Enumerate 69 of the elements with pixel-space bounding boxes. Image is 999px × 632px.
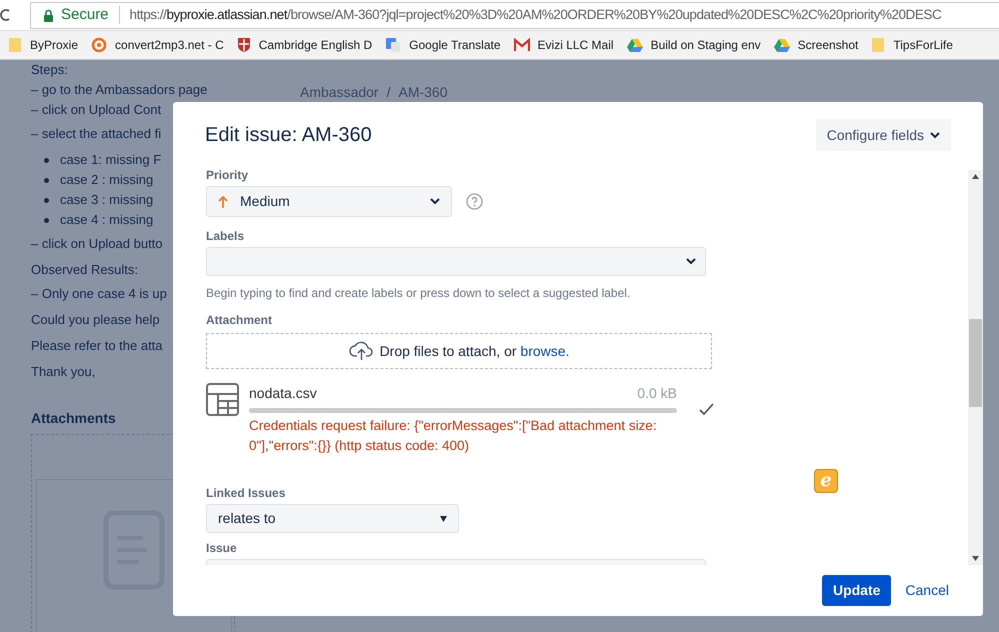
field-label: Attachment: [206, 312, 274, 329]
bullet-icon: [44, 198, 49, 202]
description-text: case 2 : missing: [60, 171, 154, 189]
attachments-heading: Attachments: [31, 409, 117, 428]
scroll-down-icon[interactable]: [972, 556, 979, 561]
caret-icon: [440, 516, 447, 522]
drop-files-text: Drop files to attach, or browse.: [380, 342, 570, 361]
scrollbar-thumb[interactable]: [969, 319, 982, 407]
caret-icon: [930, 132, 940, 138]
mail-icon: [514, 38, 530, 52]
description-text: Observed Results:: [31, 261, 138, 279]
chevron-down-icon: [430, 198, 440, 205]
configure-fields-button[interactable]: Configure fields: [816, 119, 951, 151]
chevron-down-icon: [686, 258, 696, 265]
description-text: case 1: missing F: [60, 151, 162, 169]
bookmark-link[interactable]: TipsForLife: [893, 36, 953, 54]
description-text: – click on Upload Cont: [31, 101, 162, 119]
field-label: Issue: [206, 540, 237, 557]
link-type-select[interactable]: relates to: [206, 504, 459, 533]
field-label: Labels: [206, 228, 246, 245]
folder-icon: [871, 37, 886, 53]
description-text: – select the attached fi: [31, 125, 162, 143]
priority-select[interactable]: Medium: [206, 186, 452, 217]
field-label: Priority: [206, 168, 250, 184]
field-label: Linked Issues: [206, 485, 286, 502]
file-size: 0.0 kB: [637, 384, 677, 403]
scroll-up-icon[interactable]: [972, 174, 979, 179]
bullet-icon: [44, 218, 49, 222]
spreadsheet-icon: [206, 383, 239, 416]
secure-label: Secure: [61, 4, 109, 25]
help-icon[interactable]: [466, 193, 483, 210]
scrollbar[interactable]: [968, 170, 983, 565]
description-text: – Only one case 4 is up: [31, 285, 167, 303]
update-button[interactable]: Update: [822, 575, 892, 606]
address-field[interactable]: Secure https://byproxie.atlassian.net/browse/AM-360?jql=project%20%3D%20AM%20ORDER%20BY%20updated%20DESC%2C%20priority%20DESC: [30, 2, 999, 28]
description-text: case 3 : missing: [60, 191, 154, 209]
folder-icon: [8, 37, 22, 53]
bookmark-link[interactable]: Screenshot: [798, 36, 858, 54]
browse-link[interactable]: browse.: [520, 342, 570, 358]
reload-icon[interactable]: [0, 8, 10, 22]
bookmark-link[interactable]: Evizi LLC Mail: [538, 36, 614, 54]
bookmark-link[interactable]: convert2mp3.net - C: [115, 36, 224, 54]
url-text: https://byproxie.atlassian.net/browse/AM-360?jql=project%20%3D%20AM%20ORDER%20BY%20updated%20DESC%2C%20priority%20DESC: [130, 6, 942, 24]
dialog-title: Edit issue: AM-360: [205, 123, 372, 148]
ring-icon: [91, 37, 108, 53]
drive-icon: [774, 38, 790, 52]
upload-error-message: Credentials request failure: {"errorMessages":["Bad attachment size: 0"],"errors":{}} (http status code: 400): [249, 417, 658, 455]
labels-hint: Begin typing to find and create labels or press down to select a suggested label.: [206, 285, 632, 302]
description-text: Thank you,: [31, 363, 96, 381]
arrow-up-icon: [218, 196, 228, 208]
cloud-upload-icon: [348, 341, 374, 361]
bullet-icon: [44, 158, 49, 162]
bookmark-link[interactable]: Cambridge English D: [258, 36, 372, 54]
bullet-icon: [44, 178, 49, 182]
file-dropzone[interactable]: Drop files to attach, or browse.: [206, 333, 712, 369]
file-name: nodata.csv: [249, 384, 317, 403]
description-text: – click on Upload butto: [31, 235, 163, 253]
description-text: Steps:: [31, 61, 68, 79]
bookmark-link[interactable]: ByProxie: [30, 36, 78, 54]
description-text: Could you please help: [31, 311, 160, 329]
drive-icon: [626, 38, 643, 52]
lock-icon: [43, 8, 54, 22]
bookmark-link[interactable]: Build on Staging env: [650, 36, 761, 54]
shield-icon: [236, 37, 251, 53]
description-text: Please refer to the atta: [31, 337, 163, 355]
description-text: case 4 : missing: [60, 211, 154, 229]
cancel-link[interactable]: Cancel: [905, 580, 949, 601]
description-text: – go to the Ambassadors page: [31, 81, 208, 99]
bookmark-link[interactable]: Google Translate: [409, 36, 501, 54]
